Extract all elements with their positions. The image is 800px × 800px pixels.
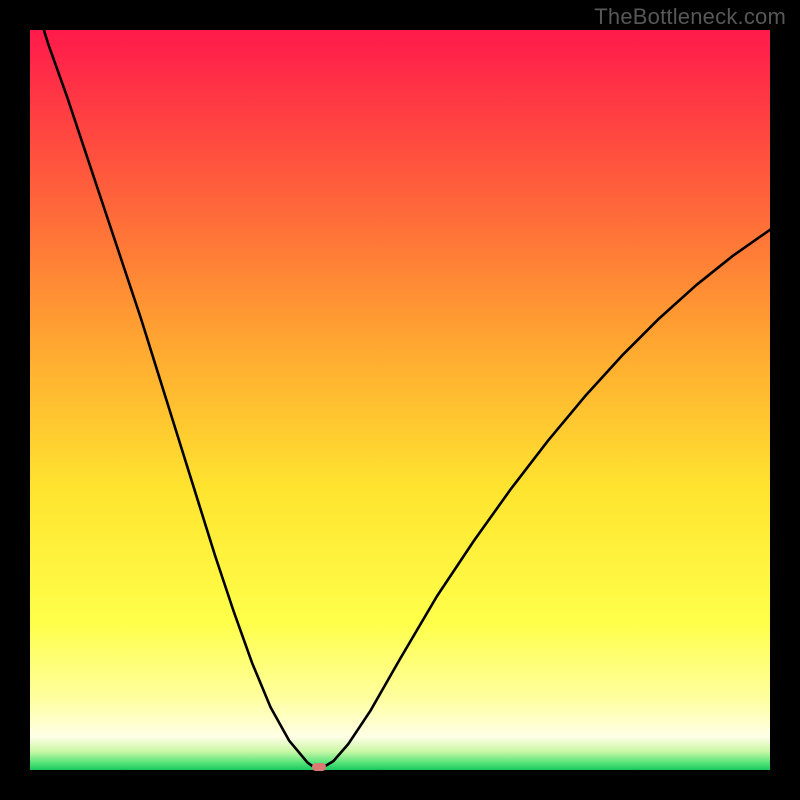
chart-frame: TheBottleneck.com [0,0,800,800]
bottleneck-curve [30,30,770,770]
optimal-point-marker [312,763,326,771]
plot-area [30,30,770,770]
watermark-text: TheBottleneck.com [594,4,786,30]
